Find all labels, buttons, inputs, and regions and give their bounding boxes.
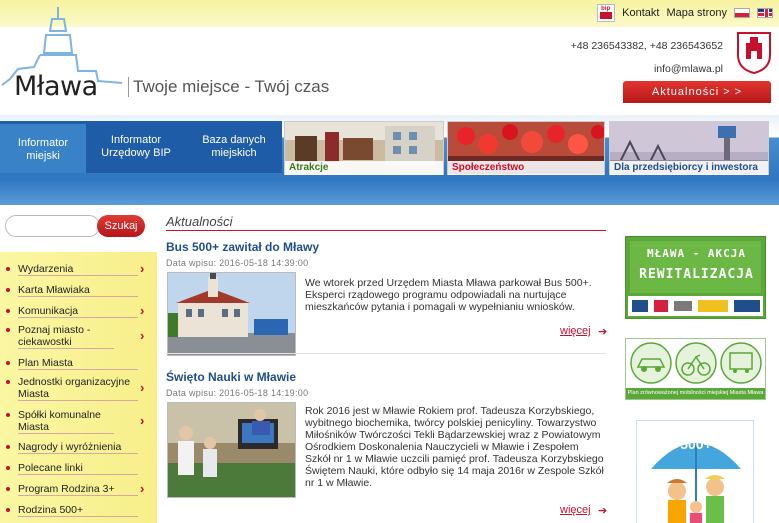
partner-logos-icon (632, 300, 760, 312)
site-header: Mława Twoje miejsce - Twój czas +48 2365… (0, 7, 779, 132)
bip-icon[interactable]: bip (597, 4, 616, 22)
sidebar-item-label: Rodzina 500+ (18, 504, 84, 516)
english-flag-icon[interactable] (757, 8, 773, 18)
contact-email[interactable]: info@mlawa.pl (654, 63, 723, 75)
sidebar-item-label: Jednostki organizacyjne Miasta (18, 376, 131, 400)
article-title[interactable]: Bus 500+ zawitał do Mławy (166, 240, 319, 254)
rodzina-500-banner[interactable]: Rodzina 500+ (636, 420, 754, 523)
search-button[interactable]: Szukaj (97, 215, 145, 237)
sitemap-link[interactable]: Mapa strony (666, 7, 727, 19)
section-title: Aktualności (166, 214, 233, 229)
sidebar-item-karta[interactable]: Karta Mławiaka (6, 284, 138, 297)
bullet-icon (6, 309, 10, 313)
banner-line: REWITALIZACJA (639, 267, 754, 282)
tab-line: Baza danych (202, 134, 266, 146)
tab-informator-miejski[interactable]: Informator miejski (0, 121, 86, 173)
tab-baza-danych[interactable]: Baza danych miejskich (186, 121, 282, 173)
sidebar-item-label: Komunikacja (18, 305, 79, 317)
sidebar-item-label: Plan Miasta (18, 357, 73, 369)
chevron-right-icon[interactable]: › (140, 261, 144, 276)
thumb-label-inwestor: Dla przedsiębiorcy i inwestora (610, 161, 768, 175)
mobility-plan-banner[interactable]: Plan zrównoważonej mobilności miejskiej … (625, 338, 766, 400)
chevron-right-icon[interactable]: › (140, 380, 144, 395)
read-more-link[interactable]: więcej (560, 504, 591, 516)
bullet-icon (6, 361, 10, 365)
contact-link[interactable]: Kontakt (622, 7, 659, 19)
science-day-photo (168, 403, 295, 497)
bullet-icon (6, 413, 10, 417)
article-date: Data wpisu: 2016-05-18 14:39:00 (166, 258, 309, 268)
sidebar-item-linki[interactable]: Polecane linki (6, 462, 138, 475)
bullet-icon (6, 508, 10, 512)
rodzina-number: 500+ (680, 436, 712, 452)
sidebar-item-wydarzenia[interactable]: Wydarzenia (6, 263, 138, 276)
sidebar-item-label: Wydarzenia (18, 263, 74, 275)
polish-flag-icon[interactable] (734, 8, 750, 18)
sidebar-item-poznaj[interactable]: Poznaj miasto - ciekawostki (6, 324, 114, 349)
banner-line: MŁAWA - AKCJA (646, 247, 747, 260)
top-links: bip Kontakt Mapa strony (597, 4, 773, 22)
rodzina-label: Rodzina (681, 427, 711, 436)
bullet-icon (6, 288, 10, 292)
site-tagline: Twoje miejsce - Twój czas (128, 77, 329, 97)
article-excerpt: We wtorek przed Urzędem Miasta Mława par… (305, 277, 592, 313)
article-excerpt: Rok 2016 jest w Mławie Rokiem prof. Tade… (305, 405, 604, 489)
sidebar-item-rodzina500[interactable]: Rodzina 500+ (6, 504, 138, 517)
sidebar-item-plan[interactable]: Plan Miasta (6, 357, 138, 370)
arrow-right-icon[interactable]: ➔ (598, 325, 607, 338)
chevron-right-icon[interactable]: › (140, 328, 144, 343)
eu-logos-strip (628, 296, 763, 316)
tab-informator-bip[interactable]: Informator Urzędowy BIP (86, 121, 186, 173)
tab-line: Informator (110, 134, 162, 146)
sidebar-menu: Wydarzenia › Karta Mławiaka Komunikacja … (0, 252, 157, 523)
tab-line: Informator (17, 137, 69, 149)
bullet-icon (6, 328, 10, 332)
sidebar-item-label: Poznaj miasto - ciekawostki (18, 324, 91, 348)
bullet-icon (6, 487, 10, 491)
article-date: Data wpisu: 2016-05-18 14:19:00 (166, 388, 309, 398)
bullet-icon (6, 445, 10, 449)
sidebar-item-jednostki[interactable]: Jednostki organizacyjne Miasta (6, 376, 138, 401)
tab-line: miejski (26, 150, 60, 162)
sidebar-item-label: Spółki komunalne Miasta (18, 409, 101, 433)
contact-phone: +48 236543382, +48 236543652 (570, 40, 723, 52)
article-image[interactable] (167, 272, 296, 356)
tab-line: miejskich (211, 147, 257, 159)
sidebar-item-label: Nagrody i wyróżnienia (18, 441, 122, 453)
city-crest-icon (737, 32, 771, 75)
revitalization-banner[interactable]: MŁAWA - AKCJA REWITALIZACJA (625, 236, 766, 319)
arrow-right-icon[interactable]: ➔ (598, 504, 607, 517)
mobility-caption: Plan zrównoważonej mobilności miejskiej … (626, 388, 765, 399)
bip-label: bip (601, 6, 611, 12)
thumb-label-spoleczenstwo: Społeczeństwo (448, 161, 604, 175)
mobility-icons (630, 342, 762, 384)
sidebar-item-komunikacja[interactable]: Komunikacja (6, 305, 138, 318)
bullet-icon (6, 466, 10, 470)
site-logo-text[interactable]: Mława (14, 71, 98, 102)
sidebar-item-label: Program Rodzina 3+ (18, 483, 115, 495)
chevron-right-icon[interactable]: › (140, 303, 144, 318)
thumb-label-atrakcje: Atrakcje (285, 161, 443, 175)
town-hall-photo (168, 273, 295, 355)
article-separator (166, 353, 606, 354)
news-button[interactable]: Aktualności > > (623, 81, 771, 103)
chevron-right-icon[interactable]: › (140, 413, 144, 428)
sidebar-item-label: Karta Mławiaka (18, 284, 90, 296)
section-divider (166, 230, 606, 231)
sidebar-item-label: Polecane linki (18, 462, 83, 474)
sidebar-item-nagrody[interactable]: Nagrody i wyróżnienia (6, 441, 138, 454)
chevron-right-icon[interactable]: › (140, 481, 144, 496)
search-input[interactable] (5, 215, 100, 237)
article-title[interactable]: Święto Nauki w Mławie (166, 370, 296, 384)
article-image[interactable] (167, 402, 296, 498)
tab-line: Urzędowy BIP (101, 147, 171, 159)
sidebar-item-spolki[interactable]: Spółki komunalne Miasta (6, 409, 114, 434)
read-more-link[interactable]: więcej (560, 325, 591, 337)
bullet-icon (6, 267, 10, 271)
bullet-icon (6, 380, 10, 384)
sidebar-item-rodzina3[interactable]: Program Rodzina 3+ (6, 483, 138, 496)
